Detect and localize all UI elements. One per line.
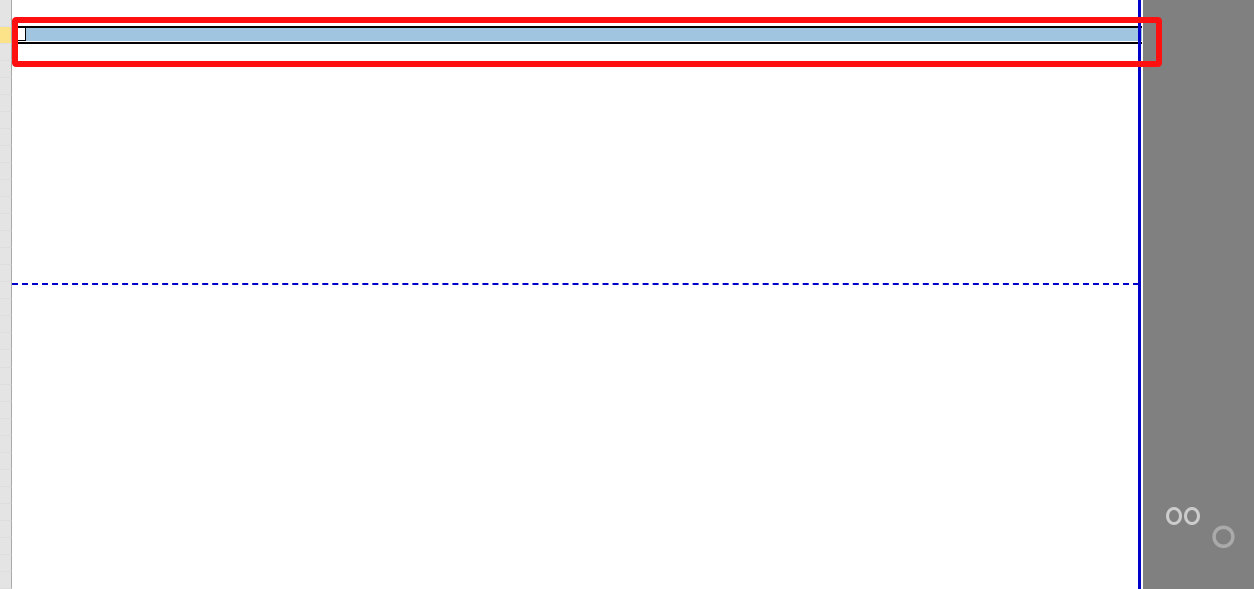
page-break-line	[12, 283, 1139, 285]
row-header[interactable]	[0, 0, 12, 27]
row-header[interactable]	[0, 402, 12, 419]
row-header[interactable]	[0, 368, 12, 385]
row-header[interactable]	[0, 521, 12, 538]
selection-border	[12, 42, 1142, 44]
watermark-logo: ੦	[1158, 507, 1239, 557]
row-headers-column	[0, 0, 12, 589]
row-header[interactable]	[0, 231, 12, 248]
row-header[interactable]	[0, 419, 12, 436]
row-header[interactable]	[0, 385, 12, 402]
watermark-brand: ੦	[1212, 514, 1235, 557]
row-header[interactable]	[0, 214, 12, 231]
spreadsheet-view	[0, 0, 1254, 589]
out-of-print-area	[1143, 0, 1254, 589]
spreadsheet-grid[interactable]	[12, 0, 1254, 589]
row-header[interactable]	[0, 112, 12, 129]
row-header[interactable]	[0, 197, 12, 214]
print-area-right-border	[1138, 0, 1141, 589]
active-cell-indicator[interactable]	[12, 27, 26, 41]
row-header[interactable]	[0, 299, 12, 316]
row-header[interactable]	[0, 61, 12, 78]
row-header[interactable]	[0, 265, 12, 282]
row-header[interactable]	[0, 44, 12, 61]
row-header[interactable]	[0, 333, 12, 350]
row-header[interactable]	[0, 436, 12, 453]
row-header[interactable]	[0, 282, 12, 299]
row-header[interactable]	[0, 78, 12, 95]
row-header[interactable]	[0, 180, 12, 197]
row-header[interactable]	[0, 487, 12, 504]
row-header[interactable]	[0, 453, 12, 470]
row-header[interactable]	[0, 555, 12, 572]
row-header[interactable]	[0, 129, 12, 146]
gridlines	[12, 0, 1254, 589]
row-header[interactable]	[0, 27, 12, 44]
watermark: ੦	[1158, 507, 1239, 559]
row-header[interactable]	[0, 163, 12, 180]
row-header[interactable]	[0, 538, 12, 555]
row-header[interactable]	[0, 316, 12, 333]
row-selection-highlight	[12, 27, 1142, 41]
row-header[interactable]	[0, 248, 12, 265]
row-header[interactable]	[0, 504, 12, 521]
row-header[interactable]	[0, 350, 12, 367]
row-header[interactable]	[0, 572, 12, 589]
paw-icon	[1158, 507, 1208, 547]
row-header[interactable]	[0, 470, 12, 487]
row-header[interactable]	[0, 95, 12, 112]
row-header[interactable]	[0, 146, 12, 163]
selection-border	[12, 26, 1142, 28]
